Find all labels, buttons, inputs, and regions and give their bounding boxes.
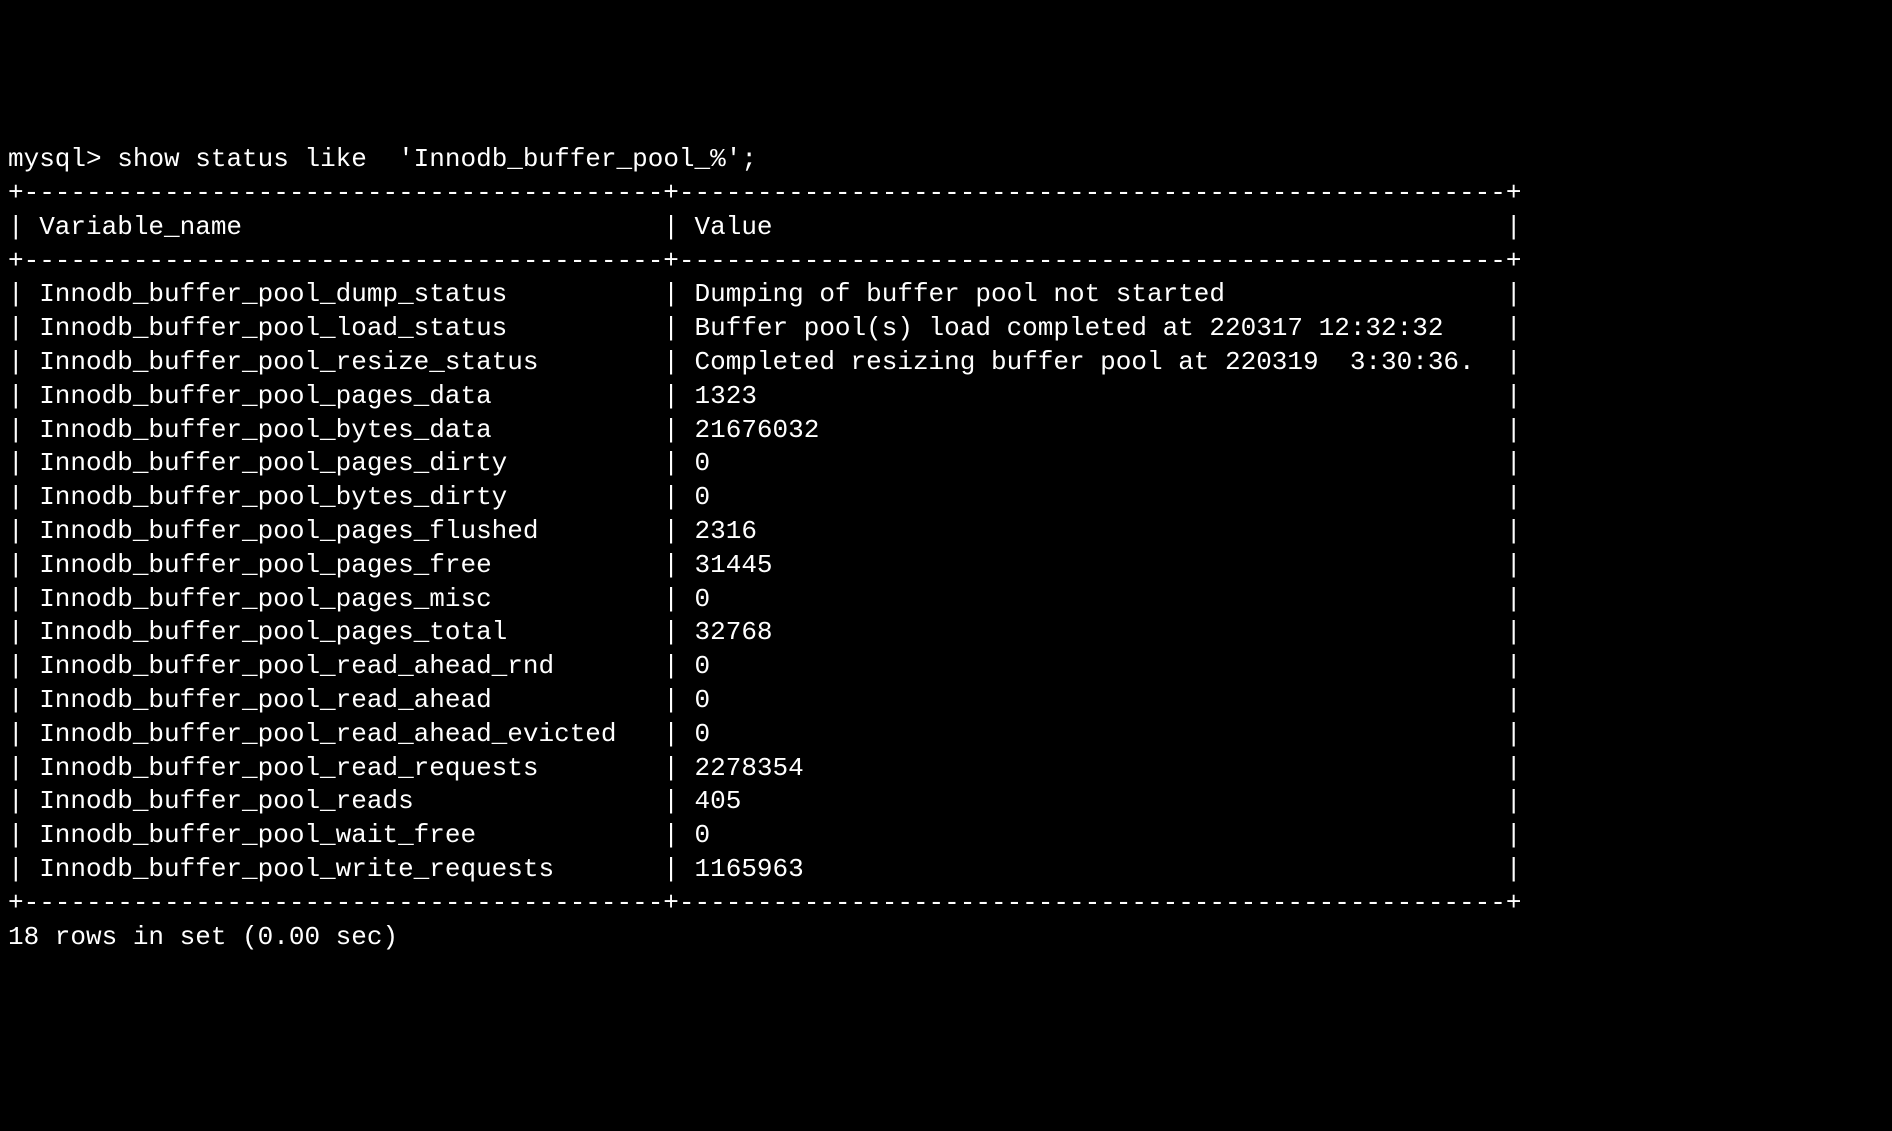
table-body: | Innodb_buffer_pool_dump_status | Dumpi…	[8, 279, 1521, 884]
sql-command: show status like 'Innodb_buffer_pool_%';	[117, 144, 757, 174]
table-border-bottom: +---------------------------------------…	[8, 888, 1521, 918]
terminal-output: mysql> show status like 'Innodb_buffer_p…	[8, 143, 1892, 954]
table-border-mid: +---------------------------------------…	[8, 246, 1521, 276]
mysql-prompt: mysql>	[8, 144, 102, 174]
table-border-top: +---------------------------------------…	[8, 178, 1521, 208]
table-header-row: | Variable_name | Value |	[8, 212, 1521, 242]
result-footer: 18 rows in set (0.00 sec)	[8, 922, 398, 952]
